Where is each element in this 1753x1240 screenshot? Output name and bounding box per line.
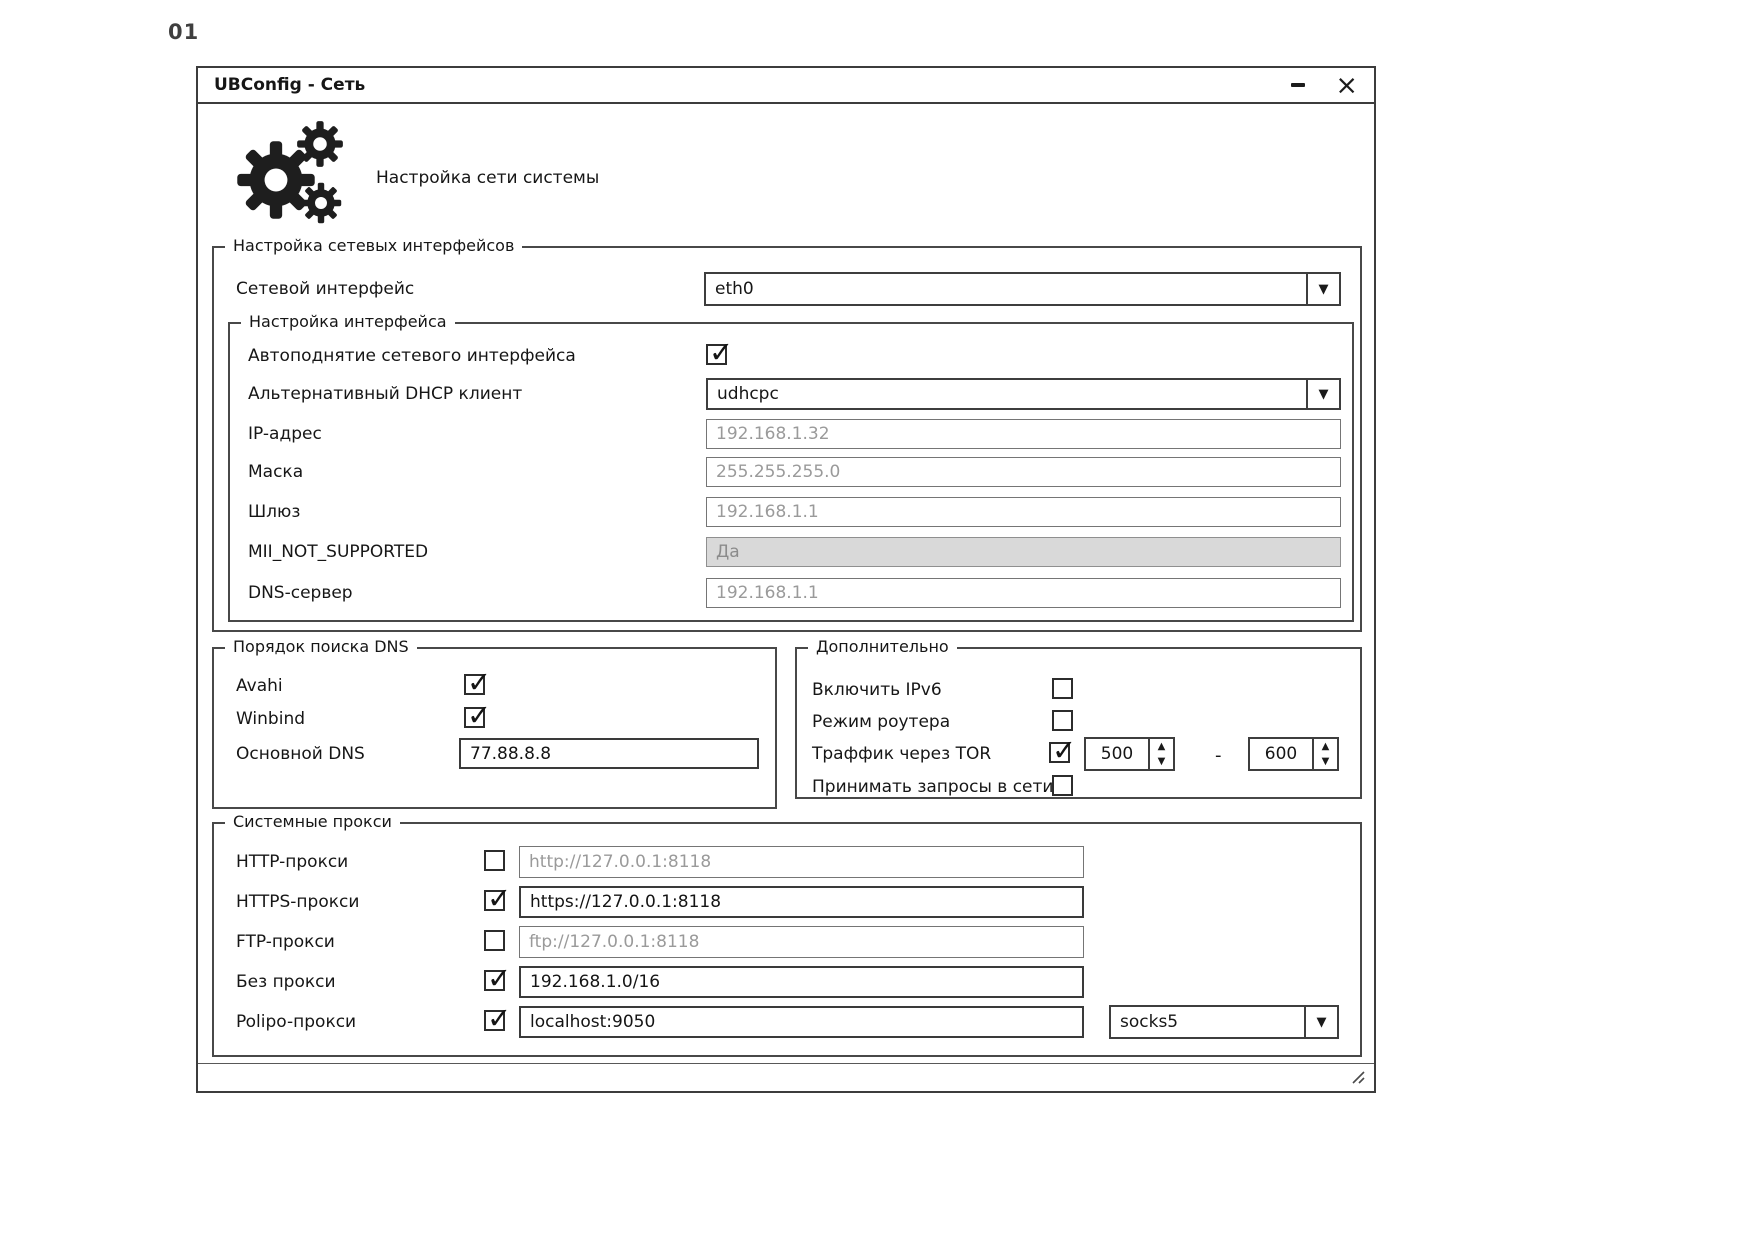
network-interface-select[interactable]: eth0 ▼ bbox=[704, 272, 1341, 306]
dns-server-input[interactable] bbox=[706, 578, 1341, 608]
ip-address-label: IP-адрес bbox=[248, 424, 322, 444]
minimize-button[interactable] bbox=[1289, 76, 1307, 94]
ftp-proxy-input[interactable] bbox=[519, 926, 1084, 958]
additional-legend: Дополнительно bbox=[808, 637, 957, 656]
page-number: 01 bbox=[168, 20, 199, 44]
https-proxy-checkbox[interactable]: ✓ bbox=[484, 890, 505, 911]
interface-settings-legend: Настройка интерфейса bbox=[241, 312, 455, 331]
dns-order-legend: Порядок поиска DNS bbox=[225, 637, 417, 656]
additional-group: Дополнительно Включить IPv6 ✓ Режим роут… bbox=[795, 647, 1362, 799]
gateway-input[interactable] bbox=[706, 497, 1341, 527]
https-proxy-input[interactable] bbox=[519, 886, 1084, 918]
mii-not-supported-input bbox=[706, 537, 1341, 567]
dialog-description: Настройка сети системы bbox=[376, 168, 599, 188]
dhcp-client-select[interactable]: udhcpc ▼ bbox=[706, 378, 1341, 410]
primary-dns-label: Основной DNS bbox=[236, 744, 365, 764]
no-proxy-input[interactable] bbox=[519, 966, 1084, 998]
check-icon: ✓ bbox=[487, 881, 511, 915]
tor-port-to-spinner[interactable]: 600 ▲ ▼ bbox=[1248, 737, 1339, 771]
dropdown-arrow-glyph: ▼ bbox=[1319, 387, 1329, 402]
tor-checkbox[interactable]: ✓ bbox=[1049, 742, 1070, 763]
netmask-label: Маска bbox=[248, 462, 303, 482]
spinner-buttons: ▲ ▼ bbox=[1148, 739, 1173, 769]
auto-up-checkbox[interactable]: ✓ bbox=[706, 344, 727, 365]
network-interface-value: eth0 bbox=[706, 274, 1306, 304]
router-mode-checkbox[interactable]: ✓ bbox=[1052, 710, 1073, 731]
status-bar bbox=[198, 1063, 1374, 1091]
polipo-proxy-input[interactable] bbox=[519, 1006, 1084, 1038]
network-gears-icon bbox=[232, 118, 354, 232]
http-proxy-label: HTTP-прокси bbox=[236, 852, 348, 872]
gateway-label: Шлюз bbox=[248, 502, 300, 522]
http-proxy-checkbox[interactable]: ✓ bbox=[484, 850, 505, 871]
ubconfig-window: UBConfig - Сеть × Настройка сети системы… bbox=[196, 66, 1376, 1093]
port-range-separator: - bbox=[1215, 745, 1222, 766]
ftp-proxy-label: FTP-прокси bbox=[236, 932, 335, 952]
check-icon: ✓ bbox=[1052, 733, 1076, 767]
http-proxy-input[interactable] bbox=[519, 846, 1084, 878]
polipo-proxy-label: Polipo-прокси bbox=[236, 1012, 356, 1032]
check-icon: ✓ bbox=[487, 961, 511, 995]
no-proxy-checkbox[interactable]: ✓ bbox=[484, 970, 505, 991]
avahi-checkbox[interactable]: ✓ bbox=[464, 674, 485, 695]
close-button[interactable]: × bbox=[1335, 72, 1358, 99]
tor-port-from-spinner[interactable]: 500 ▲ ▼ bbox=[1084, 737, 1175, 771]
no-proxy-label: Без прокси bbox=[236, 972, 336, 992]
polipo-protocol-select[interactable]: socks5 ▼ bbox=[1109, 1005, 1339, 1039]
gear-icon bbox=[298, 180, 344, 226]
chevron-down-icon[interactable]: ▼ bbox=[1306, 274, 1339, 304]
chevron-down-icon[interactable]: ▼ bbox=[1304, 1007, 1337, 1037]
system-proxy-group: Системные прокси HTTP-прокси ✓ HTTPS-про… bbox=[212, 822, 1362, 1057]
ipv6-checkbox[interactable]: ✓ bbox=[1052, 678, 1073, 699]
ipv6-label: Включить IPv6 bbox=[812, 680, 942, 700]
spin-down-icon[interactable]: ▼ bbox=[1314, 754, 1337, 769]
chevron-down-icon[interactable]: ▼ bbox=[1306, 380, 1339, 408]
network-interfaces-group: Настройка сетевых интерфейсов Сетевой ин… bbox=[212, 246, 1362, 632]
router-mode-label: Режим роутера bbox=[812, 712, 950, 732]
titlebar: UBConfig - Сеть × bbox=[198, 68, 1374, 104]
winbind-checkbox[interactable]: ✓ bbox=[464, 707, 485, 728]
check-icon: ✓ bbox=[467, 665, 491, 699]
gear-icon bbox=[294, 118, 346, 170]
resize-grip-icon[interactable] bbox=[1350, 1069, 1366, 1085]
check-icon: ✓ bbox=[709, 335, 733, 369]
dns-order-group: Порядок поиска DNS Avahi ✓ Winbind ✓ Осн… bbox=[212, 647, 777, 809]
primary-dns-input[interactable] bbox=[459, 738, 759, 769]
ftp-proxy-checkbox[interactable]: ✓ bbox=[484, 930, 505, 951]
accept-requests-checkbox[interactable]: ✓ bbox=[1052, 775, 1073, 796]
tor-traffic-label: Траффик через TOR bbox=[812, 744, 991, 764]
spin-up-icon[interactable]: ▲ bbox=[1314, 739, 1337, 754]
spin-down-icon[interactable]: ▼ bbox=[1150, 754, 1173, 769]
accept-requests-label: Принимать запросы в сети bbox=[812, 777, 1053, 797]
https-proxy-label: HTTPS-прокси bbox=[236, 892, 359, 912]
spin-up-icon[interactable]: ▲ bbox=[1150, 739, 1173, 754]
polipo-proxy-checkbox[interactable]: ✓ bbox=[484, 1010, 505, 1031]
mii-not-supported-label: MII_NOT_SUPPORTED bbox=[248, 542, 428, 562]
netmask-input[interactable] bbox=[706, 457, 1341, 487]
window-controls: × bbox=[1289, 72, 1358, 99]
check-icon: ✓ bbox=[467, 698, 491, 732]
polipo-protocol-value: socks5 bbox=[1111, 1007, 1304, 1037]
dropdown-arrow-glyph: ▼ bbox=[1317, 1015, 1327, 1030]
minimize-icon bbox=[1291, 83, 1305, 87]
tor-port-from-value: 500 bbox=[1086, 739, 1148, 769]
interface-label: Сетевой интерфейс bbox=[236, 279, 414, 299]
network-interfaces-legend: Настройка сетевых интерфейсов bbox=[225, 236, 522, 255]
winbind-label: Winbind bbox=[236, 709, 305, 729]
check-icon: ✓ bbox=[487, 1001, 511, 1035]
ip-address-input[interactable] bbox=[706, 419, 1341, 449]
dropdown-arrow-glyph: ▼ bbox=[1319, 282, 1329, 297]
window-title: UBConfig - Сеть bbox=[214, 75, 365, 95]
auto-up-label: Автоподнятие сетевого интерфейса bbox=[248, 346, 576, 366]
tor-port-to-value: 600 bbox=[1250, 739, 1312, 769]
interface-settings-group: Настройка интерфейса Автоподнятие сетево… bbox=[228, 322, 1354, 622]
avahi-label: Avahi bbox=[236, 676, 283, 696]
system-proxy-legend: Системные прокси bbox=[225, 812, 400, 831]
dhcp-client-value: udhcpc bbox=[708, 380, 1306, 408]
spinner-buttons: ▲ ▼ bbox=[1312, 739, 1337, 769]
dns-server-label: DNS-сервер bbox=[248, 583, 353, 603]
dhcp-client-label: Альтернативный DHCP клиент bbox=[248, 384, 522, 404]
